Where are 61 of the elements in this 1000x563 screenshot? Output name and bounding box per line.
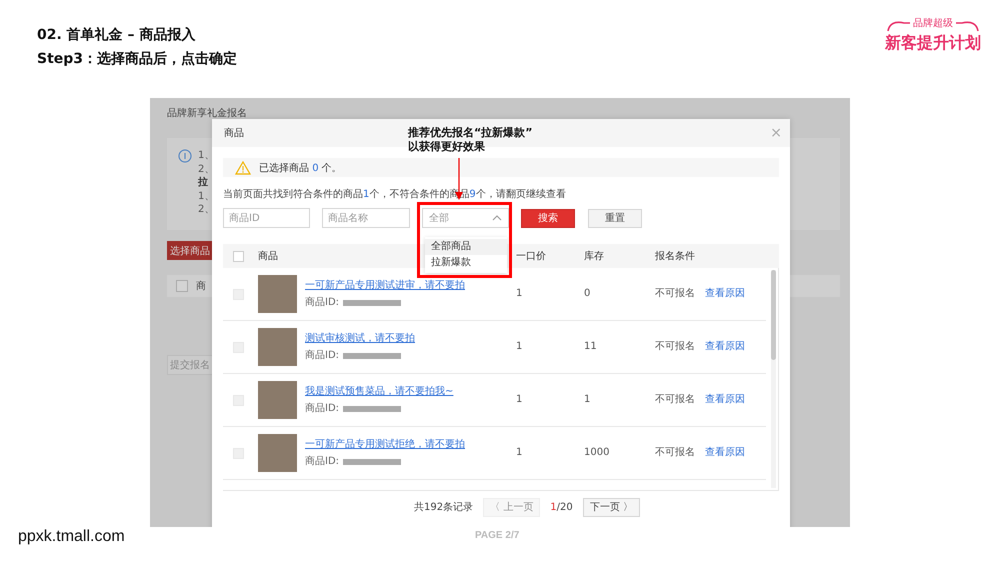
product-id-label: 商品ID: bbox=[305, 296, 340, 308]
price-cell-text: 1 bbox=[516, 288, 524, 300]
search-button[interactable]: 搜索 bbox=[521, 208, 575, 228]
product-id-label: 商品ID: bbox=[305, 350, 340, 362]
slide-heading: 02. 首单礼金 – 商品报入 bbox=[37, 27, 196, 43]
step-caption: Step3：选择商品后，点击确定 bbox=[37, 51, 238, 67]
stock-cell-text: 11 bbox=[584, 341, 598, 353]
redaction-bar bbox=[343, 300, 402, 306]
notice-line: 拉 bbox=[198, 176, 209, 190]
logo-title: 新客提升计划 bbox=[885, 33, 981, 53]
page-title: 品牌新享礼金报名 bbox=[167, 107, 247, 121]
select-products-button[interactable]: 选择商品 bbox=[167, 241, 213, 260]
annotation-text: 推荐优先报名“拉新爆款” bbox=[408, 126, 532, 140]
status-cell: 不可报名 bbox=[655, 447, 695, 459]
stock-cell-text: 1000 bbox=[584, 447, 610, 459]
photo-placeholder bbox=[258, 328, 297, 366]
scrollbar[interactable] bbox=[771, 270, 776, 488]
column-header: 一口价 bbox=[516, 250, 546, 263]
column-header: 商 bbox=[196, 280, 206, 293]
dialog-title: 商品 bbox=[224, 126, 244, 140]
logo-tag: 品牌超级 bbox=[913, 18, 953, 30]
product-id-label: 商品ID: bbox=[305, 402, 340, 414]
photo-placeholder bbox=[258, 275, 297, 313]
record-count: 共192条记录 bbox=[414, 500, 474, 514]
notice-line: 2、 bbox=[198, 162, 214, 176]
price-cell-text: 1 bbox=[516, 394, 524, 406]
page-number: PAGE 2/7 bbox=[475, 530, 520, 541]
dropdown-option[interactable]: 拉新爆款 bbox=[425, 255, 507, 271]
notice-line: 1、 bbox=[198, 190, 214, 203]
column-header: 商品 bbox=[258, 250, 278, 263]
annotation-text: 以获得更好效果 bbox=[408, 140, 486, 154]
price-cell-text: 1 bbox=[516, 341, 524, 353]
info-icon bbox=[178, 149, 192, 163]
warning-icon bbox=[235, 160, 251, 174]
column-header: 报名条件 bbox=[655, 250, 695, 263]
redaction-bar bbox=[343, 406, 402, 412]
select-all-checkbox[interactable] bbox=[233, 250, 244, 262]
notice-line: 2、 bbox=[198, 203, 214, 216]
dropdown-option[interactable]: 全部商品 bbox=[425, 239, 507, 255]
chevron-icon bbox=[492, 215, 502, 221]
status-cell: 不可报名 bbox=[655, 288, 695, 300]
notice-line: 1、 bbox=[198, 149, 214, 162]
page-indicator: 1/20 bbox=[550, 502, 573, 512]
next-page-button[interactable]: 下一页 〉 bbox=[582, 498, 640, 516]
selected-count-text: 已选择商品 0 个。 bbox=[259, 162, 342, 174]
status-cell: 不可报名 bbox=[655, 394, 695, 406]
price-cell-text: 1 bbox=[516, 447, 524, 459]
photo-placeholder bbox=[258, 381, 297, 419]
product-name-field[interactable]: 商品名称 bbox=[322, 208, 410, 228]
stock-cell-text: 1 bbox=[584, 394, 592, 406]
photo-placeholder bbox=[258, 434, 297, 472]
column-header: 库存 bbox=[584, 250, 604, 263]
checkbox[interactable] bbox=[176, 280, 188, 292]
redaction-bar bbox=[343, 352, 402, 358]
status-cell: 不可报名 bbox=[655, 341, 695, 353]
redaction-bar bbox=[343, 458, 402, 464]
stock-cell-text: 0 bbox=[584, 288, 592, 300]
product-id-label: 商品ID: bbox=[305, 456, 340, 468]
site-address: ppxk.tmall.com bbox=[18, 528, 125, 546]
product-id-field[interactable]: 商品ID bbox=[223, 208, 310, 228]
reset-button[interactable]: 重置 bbox=[588, 208, 642, 228]
